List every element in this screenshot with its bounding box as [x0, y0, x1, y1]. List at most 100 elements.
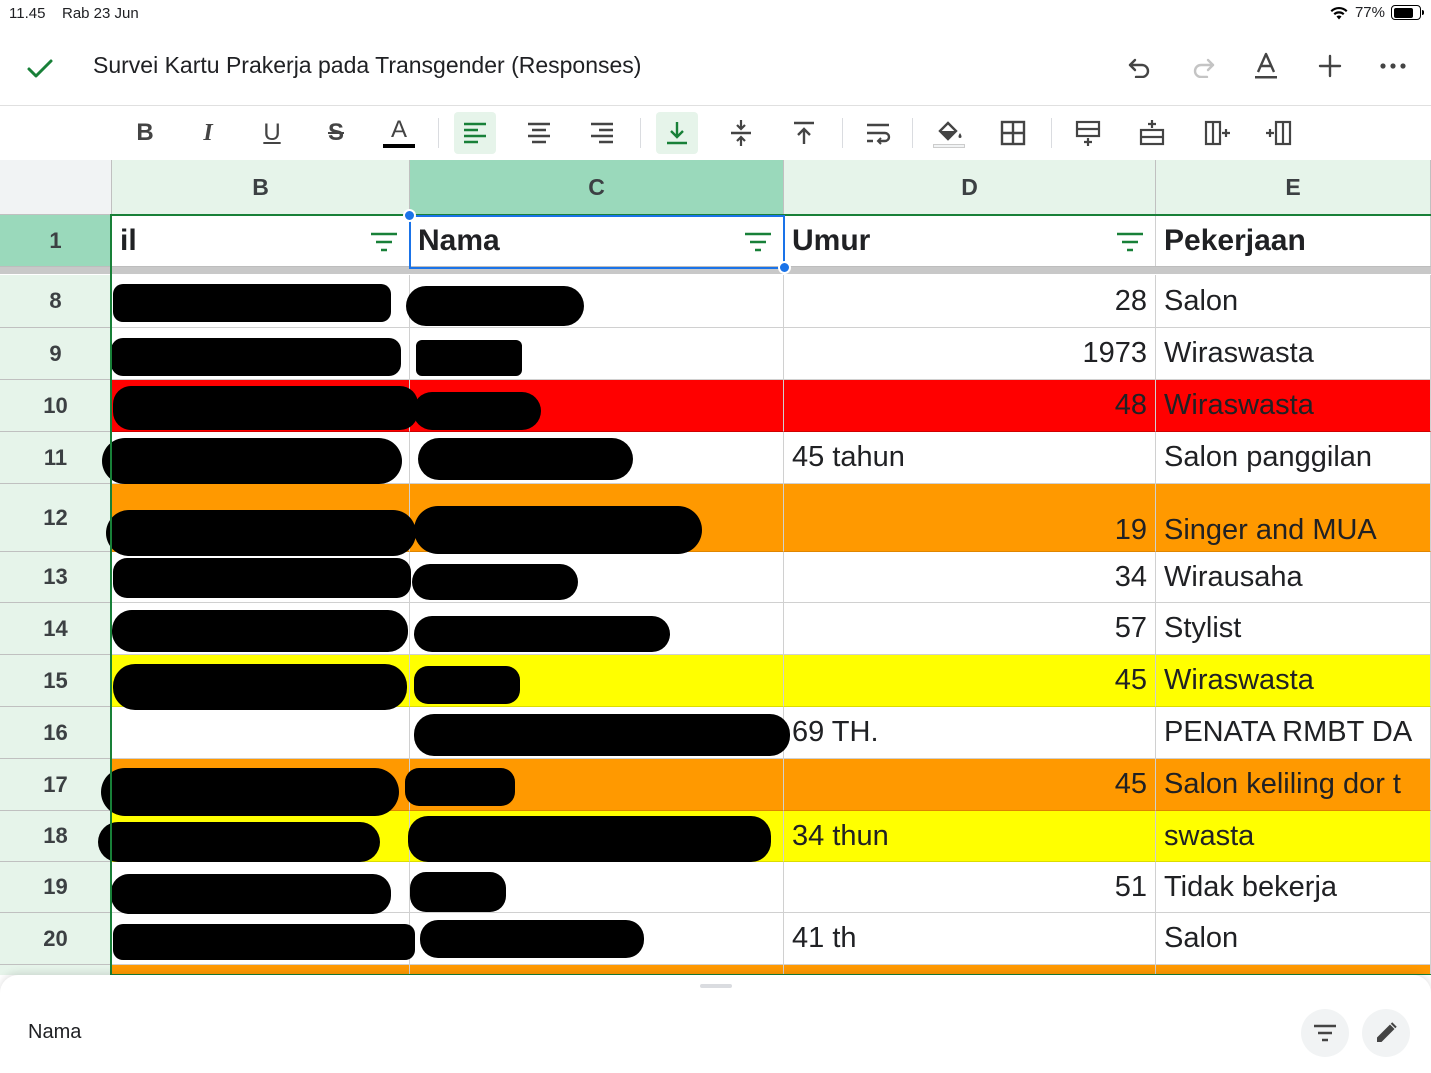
cell-b-row-16[interactable]	[112, 707, 410, 759]
filter-icon[interactable]	[369, 231, 399, 253]
column-header-b[interactable]: B	[112, 160, 410, 215]
redaction-mark	[113, 924, 415, 960]
text-format-icon[interactable]	[1248, 48, 1284, 84]
wrap-text-icon[interactable]	[857, 112, 899, 154]
valign-middle-icon[interactable]	[720, 112, 762, 154]
borders-icon[interactable]	[992, 112, 1034, 154]
filter-icon[interactable]	[743, 231, 773, 253]
cell-d-row-12[interactable]: 19	[784, 484, 1156, 552]
filter-icon[interactable]	[1301, 1009, 1349, 1057]
cell-e-row-8[interactable]: Salon	[1156, 275, 1431, 328]
row-header-14[interactable]: 14	[0, 603, 112, 655]
valign-top-icon[interactable]	[783, 112, 825, 154]
cell-e-row-18[interactable]: swasta	[1156, 811, 1431, 862]
text-color-icon[interactable]: A	[378, 112, 420, 154]
add-icon[interactable]	[1312, 48, 1348, 84]
insert-row-below-icon[interactable]	[1131, 112, 1173, 154]
redo-icon[interactable]	[1185, 48, 1221, 84]
cell-d-row-18[interactable]: 34 thun	[784, 811, 1156, 862]
cell-d-row-15[interactable]: 45	[784, 655, 1156, 707]
cell-content-text[interactable]: Nama	[28, 1021, 81, 1044]
redaction-mark	[113, 558, 411, 598]
valign-bottom-icon[interactable]	[656, 112, 698, 154]
row-header-10[interactable]: 10	[0, 380, 112, 432]
fill-color-icon[interactable]	[928, 112, 970, 154]
align-right-icon[interactable]	[581, 112, 623, 154]
cell-e-row-16[interactable]: PENATA RMBT DA	[1156, 707, 1431, 759]
cell-d-row-17[interactable]: 45	[784, 759, 1156, 811]
undo-icon[interactable]	[1122, 48, 1158, 84]
battery-icon	[1391, 5, 1424, 20]
align-left-icon[interactable]	[454, 112, 496, 154]
row-header-1[interactable]: 1	[0, 215, 112, 267]
row-header-partial	[0, 965, 112, 975]
italic-icon[interactable]: I	[187, 112, 229, 154]
insert-row-above-icon[interactable]	[1067, 112, 1109, 154]
check-icon[interactable]	[24, 52, 56, 84]
partial-row-cell	[1156, 965, 1431, 975]
cell-d-row-9[interactable]: 1973	[784, 328, 1156, 380]
bold-icon[interactable]: B	[124, 112, 166, 154]
cell-d-row-10[interactable]: 48	[784, 380, 1156, 432]
cell-d-row-16[interactable]: 69 TH.	[784, 707, 1156, 759]
strikethrough-icon[interactable]: S	[315, 112, 357, 154]
row-header-17[interactable]: 17	[0, 759, 112, 811]
underline-label: U	[263, 119, 281, 146]
header-cell-b[interactable]: il	[112, 215, 410, 267]
header-cell-c[interactable]: Nama	[410, 215, 784, 267]
row-header-19[interactable]: 19	[0, 862, 112, 913]
selection-handle-bottom[interactable]	[778, 261, 791, 274]
frozen-row-divider[interactable]	[0, 266, 1431, 274]
header-cell-d[interactable]: Umur	[784, 215, 1156, 267]
cell-d-row-11[interactable]: 45 tahun	[784, 432, 1156, 484]
row-header-20[interactable]: 20	[0, 913, 112, 965]
redaction-mark	[414, 506, 702, 554]
edit-icon[interactable]	[1362, 1009, 1410, 1057]
row-header-8[interactable]: 8	[0, 275, 112, 328]
cell-d-row-14[interactable]: 57	[784, 603, 1156, 655]
column-header-c[interactable]: C	[410, 160, 784, 215]
header-cell-d-text: Umur	[792, 223, 871, 257]
cell-e-row-14[interactable]: Stylist	[1156, 603, 1431, 655]
insert-column-left-icon[interactable]	[1196, 112, 1238, 154]
select-all-corner[interactable]	[0, 160, 112, 215]
row-header-15[interactable]: 15	[0, 655, 112, 707]
more-icon[interactable]	[1375, 48, 1411, 84]
redaction-mark	[414, 616, 670, 652]
row-header-9[interactable]: 9	[0, 328, 112, 380]
partial-row-cell	[784, 965, 1156, 975]
filter-icon[interactable]	[1115, 231, 1145, 253]
row-header-18[interactable]: 18	[0, 811, 112, 862]
cell-d-row-20[interactable]: 41 th	[784, 913, 1156, 965]
cell-d-row-13[interactable]: 34	[784, 552, 1156, 603]
status-time: 11.45	[9, 5, 46, 22]
row-header-11[interactable]: 11	[0, 432, 112, 484]
row-header-16[interactable]: 16	[0, 707, 112, 759]
cell-e-row-19[interactable]: Tidak bekerja	[1156, 862, 1431, 913]
cell-e-row-15[interactable]: Wiraswasta	[1156, 655, 1431, 707]
header-cell-e[interactable]: Pekerjaan	[1156, 215, 1431, 267]
column-header-e[interactable]: E	[1156, 160, 1431, 215]
cell-e-row-11[interactable]: Salon panggilan	[1156, 432, 1431, 484]
partial-row-cell	[112, 965, 410, 975]
cell-e-row-13[interactable]: Wirausaha	[1156, 552, 1431, 603]
cell-e-row-17[interactable]: Salon keliling dor t	[1156, 759, 1431, 811]
selection-handle-top[interactable]	[403, 209, 416, 222]
align-center-icon[interactable]	[518, 112, 560, 154]
cell-e-row-10[interactable]: Wiraswasta	[1156, 380, 1431, 432]
drag-handle[interactable]	[700, 984, 732, 988]
row-header-12[interactable]: 12	[0, 484, 112, 552]
row-header-13[interactable]: 13	[0, 552, 112, 603]
cell-e-row-9[interactable]: Wiraswasta	[1156, 328, 1431, 380]
column-header-d[interactable]: D	[784, 160, 1156, 215]
underline-icon[interactable]: U	[251, 112, 293, 154]
redaction-mark	[416, 340, 522, 376]
insert-column-right-icon[interactable]	[1258, 112, 1300, 154]
text-color-swatch	[383, 144, 415, 148]
cell-e-row-12[interactable]: Singer and MUA	[1156, 484, 1431, 552]
redaction-mark	[111, 338, 401, 376]
cell-d-row-19[interactable]: 51	[784, 862, 1156, 913]
cell-d-row-8[interactable]: 28	[784, 275, 1156, 328]
cell-e-row-20[interactable]: Salon	[1156, 913, 1431, 965]
redaction-mark	[113, 284, 391, 322]
